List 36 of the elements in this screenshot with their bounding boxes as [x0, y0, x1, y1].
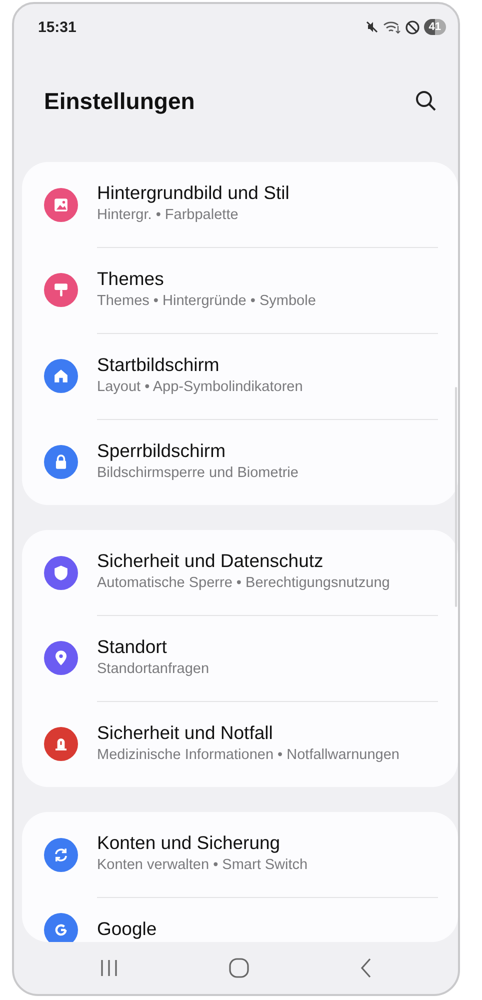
- settings-item[interactable]: Hintergrundbild und Stil Hintergr. • Farbpalette: [97, 162, 438, 247]
- item-title: Hintergrundbild und Stil: [97, 181, 290, 205]
- settings-item[interactable]: Sicherheit und Notfall Medizinische Informationen • Notfallwarnungen: [97, 701, 438, 787]
- status-time: 15:31: [38, 18, 76, 36]
- item-title: Standort: [97, 635, 168, 659]
- do-not-disturb-icon: [404, 20, 420, 34]
- page-title: Einstellungen: [44, 87, 195, 116]
- recent-apps-button[interactable]: [98, 958, 120, 978]
- battery-indicator: 41: [424, 19, 446, 35]
- settings-item[interactable]: Google: [97, 897, 438, 942]
- item-subtitle: Konten verwalten • Smart Switch: [97, 856, 309, 875]
- wifi-icon: [382, 20, 401, 34]
- search-button[interactable]: [414, 89, 438, 113]
- home-button[interactable]: [228, 957, 250, 979]
- settings-item[interactable]: Standort Standortanfragen: [97, 615, 438, 701]
- item-subtitle: Standortanfragen: [97, 660, 210, 679]
- item-subtitle: Medizinische Informationen • Notfallwarnungen: [97, 746, 400, 765]
- settings-item[interactable]: Sperrbildschirm Bildschirmsperre und Biometrie: [97, 419, 438, 505]
- item-subtitle: Hintergr. • Farbpalette: [97, 206, 240, 225]
- item-subtitle: Layout • App-Symbolindikatoren: [97, 378, 304, 397]
- search-icon: [414, 89, 438, 113]
- mute-icon: [364, 20, 379, 34]
- item-title: Startbildschirm: [97, 353, 220, 377]
- item-subtitle: Automatische Sperre • Berechtigungsnutzung: [97, 574, 391, 593]
- item-title: Konten und Sicherung: [97, 831, 282, 855]
- item-title: Sperrbildschirm: [97, 439, 227, 463]
- item-subtitle: Themes • Hintergründe • Symbole: [97, 292, 317, 311]
- item-title: Themes: [97, 267, 165, 291]
- settings-item[interactable]: Startbildschirm Layout • App-Symbolindikatoren: [97, 333, 438, 419]
- settings-item[interactable]: Sicherheit und Datenschutz Automatische Sperre • Berechtigungsnutzung: [97, 530, 438, 615]
- item-title: Sicherheit und Notfall: [97, 721, 274, 745]
- settings-item[interactable]: Konten und Sicherung Konten verwalten • Smart Switch: [97, 812, 438, 897]
- item-subtitle: Bildschirmsperre und Biometrie: [97, 464, 300, 483]
- item-title: Sicherheit und Datenschutz: [97, 549, 324, 573]
- settings-item[interactable]: Themes Themes • Hintergründe • Symbole: [97, 247, 438, 333]
- item-title: Google: [97, 917, 158, 941]
